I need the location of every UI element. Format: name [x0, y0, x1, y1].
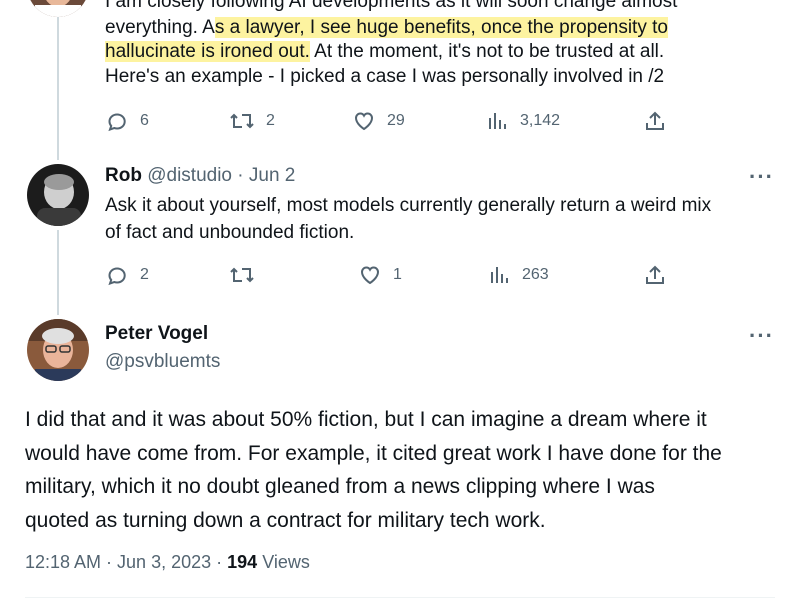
reply-icon — [108, 267, 126, 286]
avatar[interactable] — [27, 319, 89, 381]
retweet-icon — [230, 267, 254, 283]
tweet-text-fragment: everything. A — [105, 17, 215, 38]
tweet-text-fragment: At the moment, it's not to be trusted at… — [309, 41, 665, 62]
tweet-text-line: quoted as turning down a contract for mi… — [25, 508, 546, 532]
reply-button[interactable]: 2 — [105, 260, 149, 290]
tweet-text-line: would have come from. For example, it ci… — [25, 441, 722, 465]
like-button[interactable]: 29 — [352, 106, 405, 136]
tweet-actions: 2 1 263 — [105, 260, 675, 290]
reply-button[interactable]: 6 — [105, 106, 149, 136]
tweet-timestamp[interactable]: 12:18 AM · Jun 3, 2023 · — [25, 552, 222, 572]
highlighted-text: hallucinate is ironed out. — [105, 41, 310, 62]
author-name-block: Peter Vogel — [105, 322, 208, 346]
reply-count: 2 — [140, 266, 149, 283]
tweet-header: Rob @distudio · Jun 2 — [105, 164, 295, 188]
tweet-text-line: military, which it no doubt gleaned from… — [25, 475, 655, 498]
views-button[interactable]: 3,142 — [487, 106, 560, 136]
more-button[interactable]: ··· — [749, 325, 774, 347]
views-count: 3,142 — [520, 112, 561, 129]
more-icon: ··· — [749, 164, 774, 189]
reply-count: 6 — [140, 112, 149, 129]
like-icon — [354, 112, 374, 131]
tweet-text-line: Ask it about yourself, most models curre… — [105, 195, 712, 216]
share-icon — [646, 265, 664, 284]
views-button[interactable]: 263 — [489, 260, 549, 290]
views-total: 194 — [227, 552, 258, 572]
author-name[interactable]: Rob — [105, 165, 142, 186]
retweet-count: 2 — [266, 112, 275, 129]
views-icon — [491, 267, 508, 283]
views-icon — [489, 113, 506, 129]
author-handle[interactable]: @psvbluemts — [105, 351, 220, 372]
like-button[interactable]: 1 — [358, 260, 402, 290]
main-tweet-text: I did that and it was about 50% fiction,… — [25, 403, 722, 537]
tweet-text-line: I did that and it was about 50% fiction,… — [25, 408, 707, 431]
tweet-text-line: Here's an example - I picked a case I wa… — [105, 66, 665, 87]
avatar[interactable] — [27, 0, 89, 17]
retweet-button[interactable] — [229, 260, 255, 290]
more-button[interactable]: ··· — [749, 166, 774, 188]
thread-line-top — [57, 0, 59, 160]
like-count: 1 — [393, 266, 402, 283]
share-button[interactable] — [643, 109, 667, 138]
tweet-actions: 6 2 29 3,142 — [105, 106, 675, 136]
like-count: 29 — [387, 112, 405, 129]
divider — [25, 597, 775, 598]
like-icon — [360, 266, 380, 285]
author-name[interactable]: Peter Vogel — [105, 323, 208, 344]
reply-icon — [108, 113, 126, 132]
share-icon — [646, 111, 664, 130]
retweet-icon — [230, 113, 254, 129]
highlighted-text: s a lawyer, I see huge benefits, once th… — [214, 17, 668, 38]
retweet-button[interactable]: 2 — [229, 106, 275, 136]
tweet-timestamp-line: 12:18 AM · Jun 3, 2023 · 194 Views — [25, 552, 310, 573]
author-handle-block: @psvbluemts — [105, 350, 220, 374]
thread-line-middle — [57, 230, 59, 315]
views-count: 263 — [522, 266, 549, 283]
tweet-text-line: everything. As a lawyer, I see huge bene… — [105, 14, 668, 41]
author-handle[interactable]: @distudio — [147, 165, 232, 186]
share-button[interactable] — [643, 263, 667, 292]
tweet-date[interactable]: · Jun 2 — [237, 165, 295, 186]
views-label: Views — [262, 552, 310, 572]
more-icon: ··· — [749, 323, 774, 348]
tweet-text-line: I am closely following AI developments a… — [105, 0, 678, 12]
tweet-text-line: of fact and unbounded fiction. — [105, 222, 355, 243]
tweet-text-line: hallucinate is ironed out. At the moment… — [105, 38, 664, 65]
avatar[interactable] — [27, 164, 89, 226]
